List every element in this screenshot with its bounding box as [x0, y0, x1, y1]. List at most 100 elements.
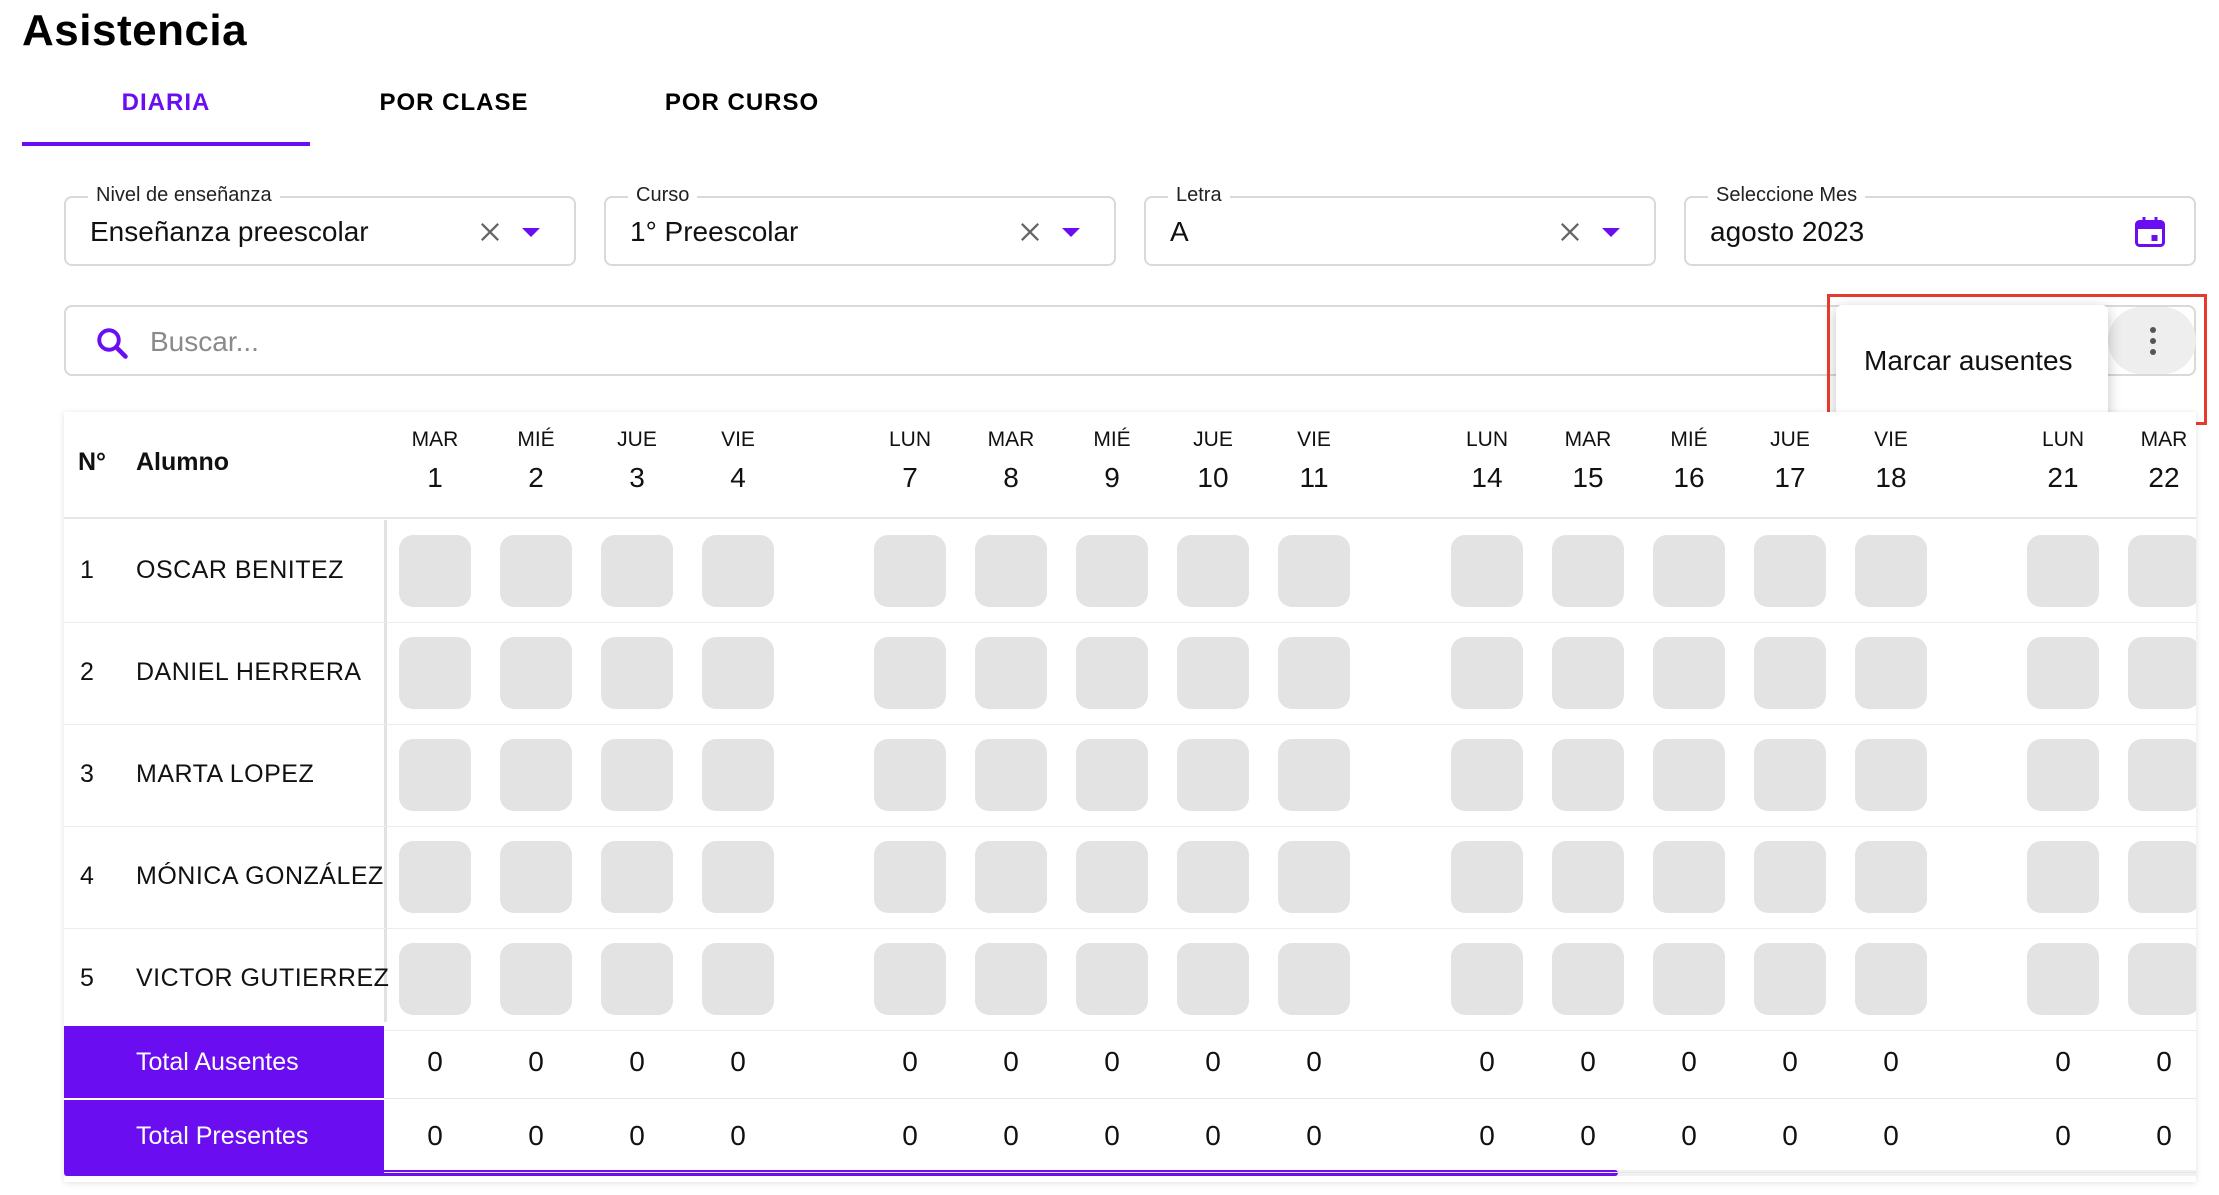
attendance-cell[interactable] [1278, 943, 1350, 1015]
tab-por-clase[interactable]: POR CLASE [310, 82, 598, 146]
attendance-cell[interactable] [1855, 535, 1927, 607]
dropdown-caret-icon[interactable] [1062, 228, 1080, 237]
attendance-cell[interactable] [1552, 637, 1624, 709]
attendance-cell[interactable] [1754, 943, 1826, 1015]
attendance-cell[interactable] [2128, 739, 2196, 811]
attendance-cell[interactable] [1653, 535, 1725, 607]
attendance-cell[interactable] [702, 637, 774, 709]
attendance-cell[interactable] [1653, 637, 1725, 709]
attendance-cell[interactable] [500, 841, 572, 913]
attendance-cell[interactable] [702, 841, 774, 913]
attendance-cell[interactable] [1278, 841, 1350, 913]
attendance-cell[interactable] [601, 739, 673, 811]
attendance-cell[interactable] [1653, 739, 1725, 811]
attendance-cell[interactable] [975, 841, 1047, 913]
more-options-button[interactable] [2108, 307, 2196, 374]
attendance-cell[interactable] [399, 739, 471, 811]
mes-picker[interactable]: Seleccione Mes agosto 2023 [1684, 184, 2196, 266]
attendance-cell[interactable] [1278, 739, 1350, 811]
attendance-cell[interactable] [500, 535, 572, 607]
attendance-cell[interactable] [1177, 841, 1249, 913]
attendance-cell[interactable] [1076, 739, 1148, 811]
clear-icon[interactable] [1556, 218, 1584, 246]
attendance-cell[interactable] [1076, 943, 1148, 1015]
dropdown-caret-icon[interactable] [1602, 228, 1620, 237]
attendance-cell[interactable] [874, 637, 946, 709]
curso-select[interactable]: Curso 1° Preescolar [604, 184, 1116, 266]
attendance-cell[interactable] [2027, 739, 2099, 811]
attendance-cell[interactable] [601, 943, 673, 1015]
attendance-cell[interactable] [1278, 637, 1350, 709]
attendance-cell[interactable] [2128, 535, 2196, 607]
attendance-cell[interactable] [975, 535, 1047, 607]
attendance-cell[interactable] [1076, 535, 1148, 607]
attendance-cell[interactable] [1754, 637, 1826, 709]
attendance-cell[interactable] [1653, 943, 1725, 1015]
attendance-cell[interactable] [1552, 739, 1624, 811]
attendance-cell[interactable] [1552, 943, 1624, 1015]
attendance-cell[interactable] [1552, 841, 1624, 913]
attendance-cell[interactable] [2128, 841, 2196, 913]
attendance-cell[interactable] [1076, 841, 1148, 913]
attendance-cell[interactable] [601, 637, 673, 709]
attendance-cell[interactable] [1552, 535, 1624, 607]
attendance-cell[interactable] [874, 739, 946, 811]
attendance-cell[interactable] [702, 739, 774, 811]
attendance-cell[interactable] [874, 841, 946, 913]
attendance-cell[interactable] [874, 943, 946, 1015]
attendance-cell[interactable] [975, 943, 1047, 1015]
attendance-cell[interactable] [702, 943, 774, 1015]
attendance-cell[interactable] [1855, 739, 1927, 811]
attendance-cell[interactable] [500, 637, 572, 709]
attendance-cell[interactable] [500, 739, 572, 811]
attendance-cell[interactable] [1451, 841, 1523, 913]
nivel-select[interactable]: Nivel de enseñanza Enseñanza preescolar [64, 184, 576, 266]
dropdown-caret-icon[interactable] [522, 228, 540, 237]
day-header-number: 4 [730, 462, 746, 493]
attendance-cell[interactable] [874, 535, 946, 607]
attendance-cell[interactable] [1754, 841, 1826, 913]
attendance-cell[interactable] [1754, 739, 1826, 811]
total-value: 0 [730, 1046, 746, 1077]
menu-item-marcar-ausentes[interactable]: Marcar ausentes [1864, 345, 2073, 377]
attendance-cell[interactable] [1177, 943, 1249, 1015]
attendance-cell[interactable] [2128, 637, 2196, 709]
attendance-cell[interactable] [601, 535, 673, 607]
attendance-cell[interactable] [2027, 841, 2099, 913]
attendance-cell[interactable] [399, 637, 471, 709]
attendance-cell[interactable] [2027, 943, 2099, 1015]
tab-por-curso[interactable]: POR CURSO [598, 82, 886, 146]
attendance-cell[interactable] [399, 535, 471, 607]
attendance-cell[interactable] [1855, 637, 1927, 709]
attendance-cell[interactable] [1076, 637, 1148, 709]
search-input[interactable] [148, 321, 1652, 363]
attendance-cell[interactable] [1855, 841, 1927, 913]
letra-select[interactable]: Letra A [1144, 184, 1656, 266]
attendance-cell[interactable] [975, 637, 1047, 709]
attendance-cell[interactable] [1177, 637, 1249, 709]
tab-diaria[interactable]: DIARIA [22, 82, 310, 146]
attendance-cell[interactable] [1177, 739, 1249, 811]
attendance-cell[interactable] [1653, 841, 1725, 913]
attendance-cell[interactable] [601, 841, 673, 913]
calendar-icon[interactable] [2132, 214, 2168, 250]
attendance-cell[interactable] [1754, 535, 1826, 607]
attendance-cell[interactable] [2128, 943, 2196, 1015]
total-value: 0 [1782, 1046, 1798, 1077]
attendance-cell[interactable] [1177, 535, 1249, 607]
attendance-cell[interactable] [399, 943, 471, 1015]
attendance-cell[interactable] [702, 535, 774, 607]
clear-icon[interactable] [1016, 218, 1044, 246]
attendance-cell[interactable] [500, 943, 572, 1015]
attendance-cell[interactable] [399, 841, 471, 913]
attendance-cell[interactable] [975, 739, 1047, 811]
attendance-cell[interactable] [1855, 943, 1927, 1015]
clear-icon[interactable] [476, 218, 504, 246]
attendance-cell[interactable] [1451, 637, 1523, 709]
attendance-cell[interactable] [1451, 943, 1523, 1015]
attendance-cell[interactable] [2027, 535, 2099, 607]
attendance-cell[interactable] [1451, 739, 1523, 811]
attendance-cell[interactable] [1278, 535, 1350, 607]
attendance-cell[interactable] [1451, 535, 1523, 607]
attendance-cell[interactable] [2027, 637, 2099, 709]
